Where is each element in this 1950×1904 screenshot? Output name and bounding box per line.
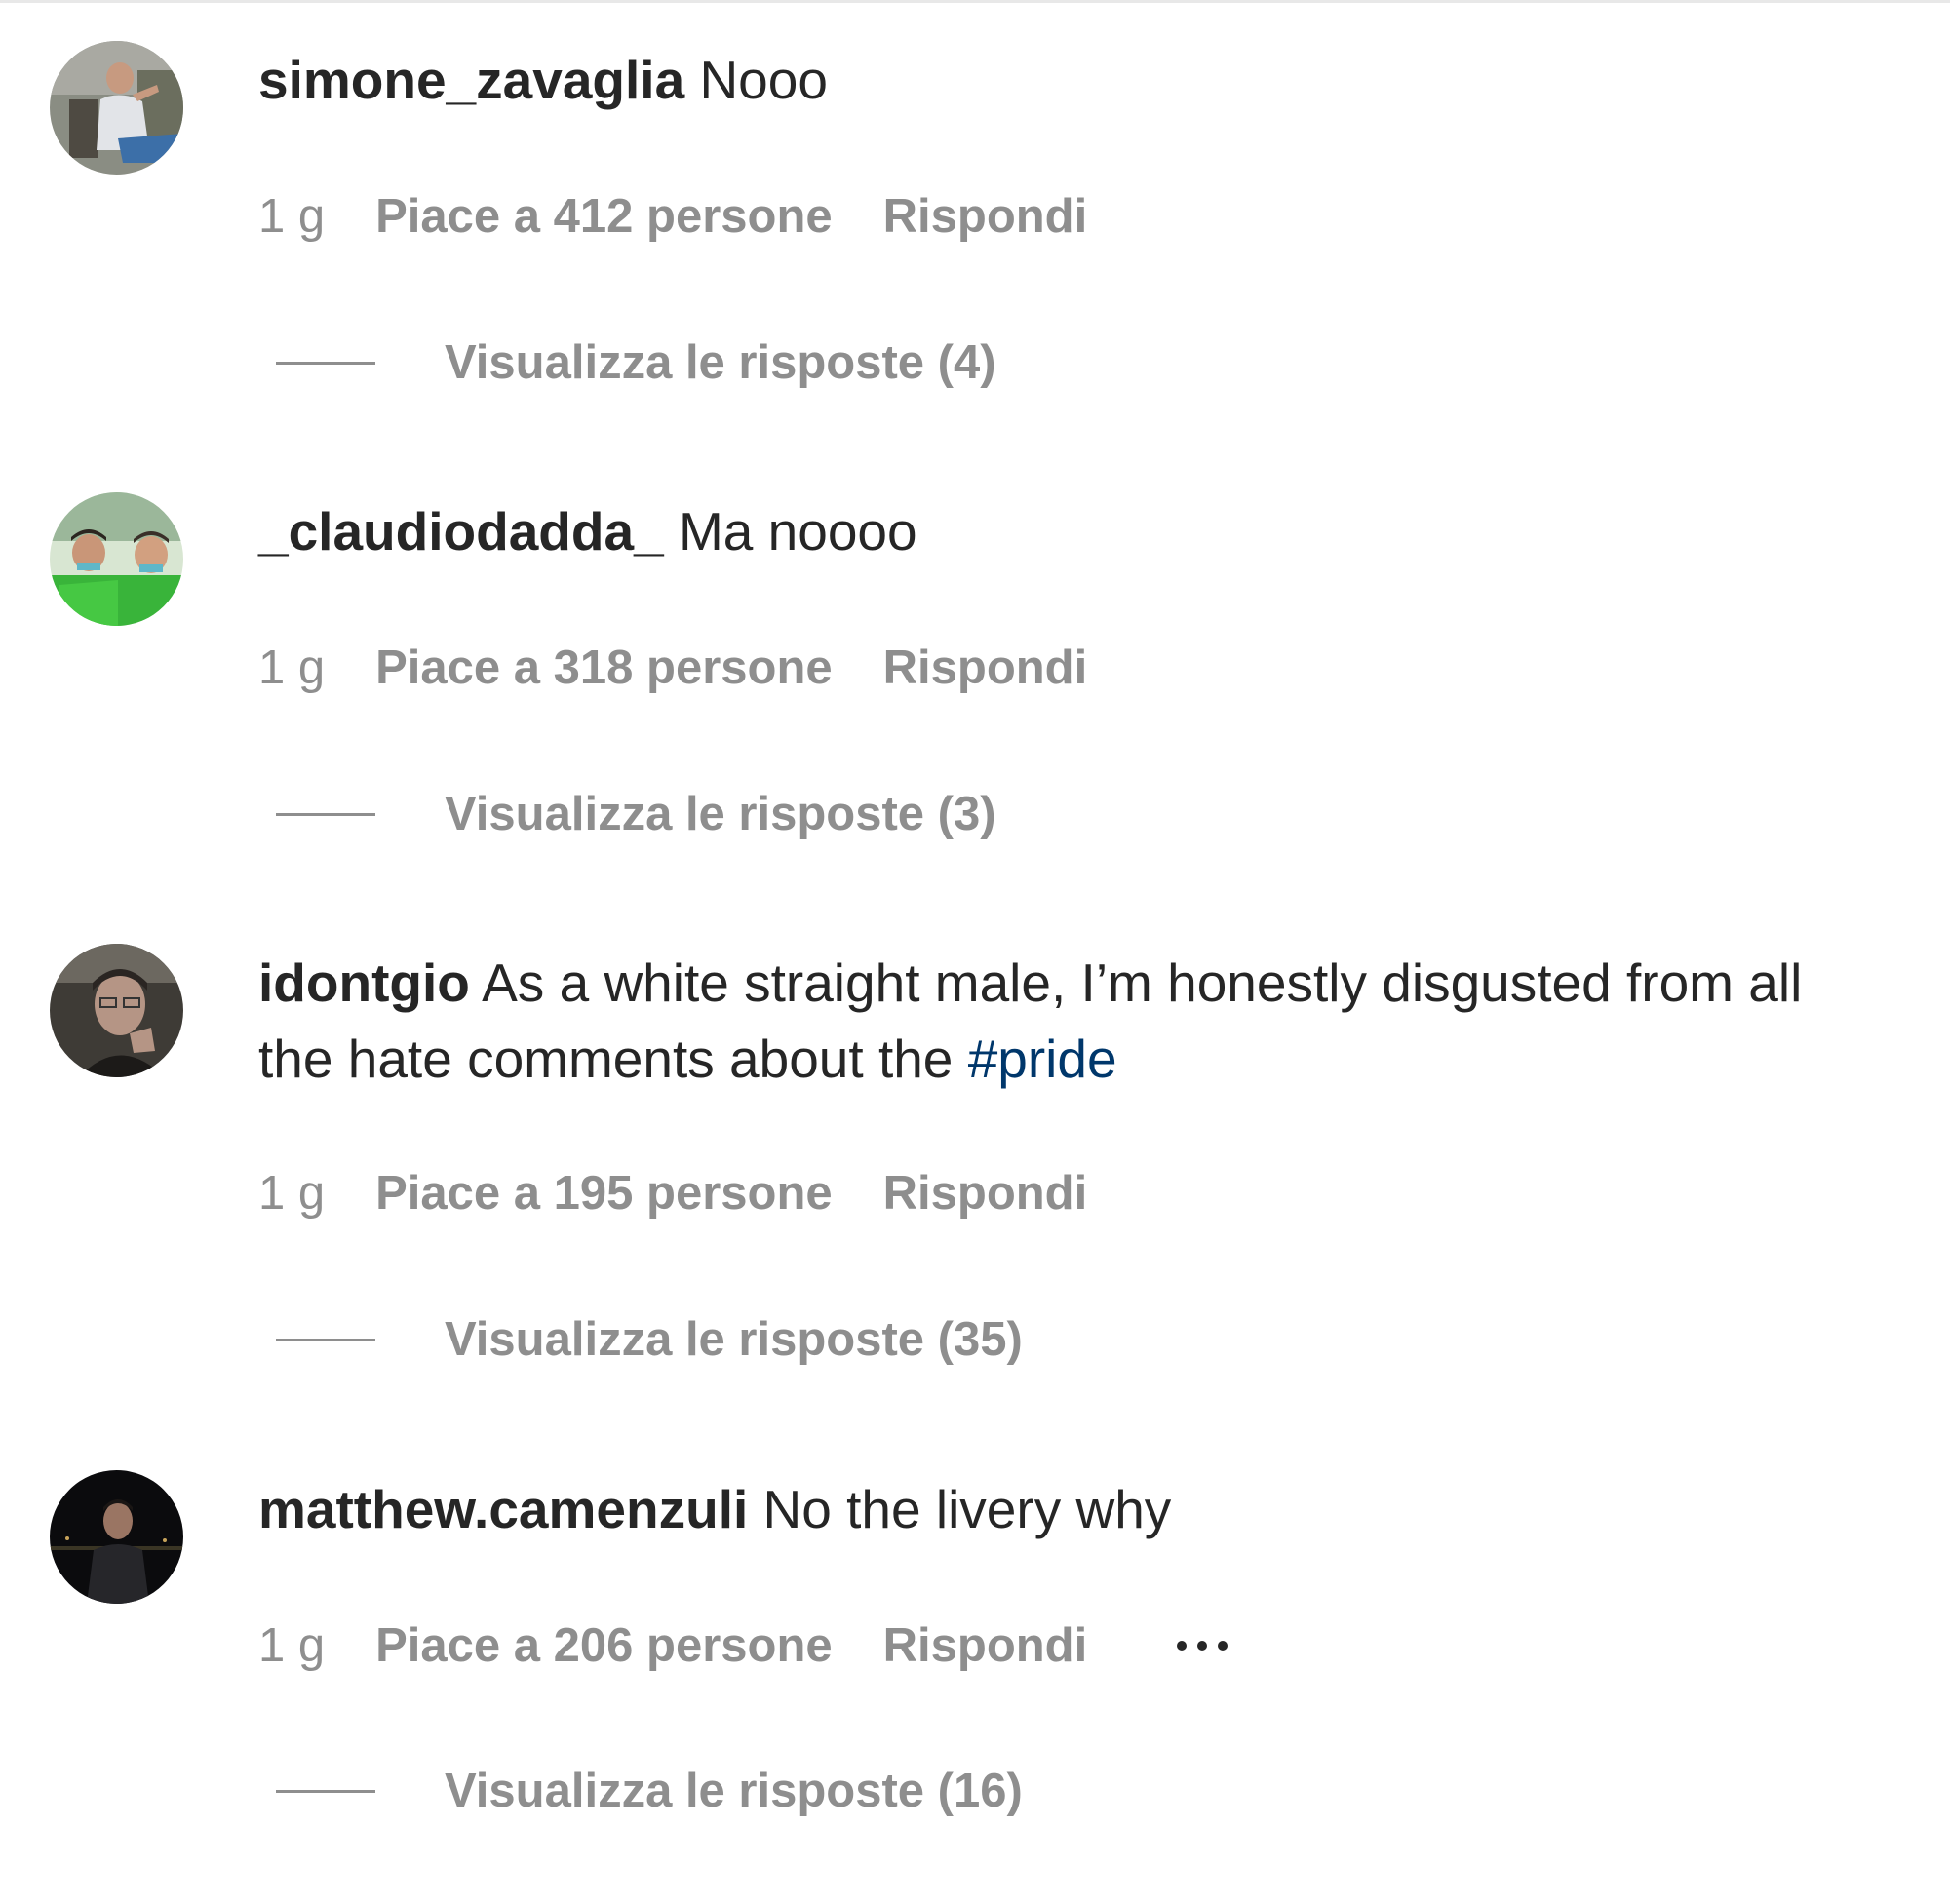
comment-time[interactable]: 1 g <box>258 1618 325 1673</box>
comment-meta: 1 g Piace a 318 persone Rispondi <box>258 639 1087 697</box>
view-replies-button[interactable]: Visualizza le risposte (35) <box>276 1310 1023 1369</box>
avatar-image <box>50 944 183 1077</box>
comment-time[interactable]: 1 g <box>258 1166 325 1221</box>
likes-count[interactable]: Piace a 195 persone <box>375 1166 833 1221</box>
view-replies-label: Visualizza le risposte (16) <box>445 1765 1023 1817</box>
comment-text: simone_zavaglia Nooo <box>258 42 1867 118</box>
reply-button[interactable]: Rispondi <box>883 1618 1088 1673</box>
comment-body: Ma noooo <box>678 501 917 562</box>
replies-divider <box>276 361 375 365</box>
view-replies-label: Visualizza le risposte (4) <box>445 336 996 389</box>
avatar-image <box>50 41 183 175</box>
more-options-icon[interactable] <box>1177 1626 1228 1665</box>
comment-time[interactable]: 1 g <box>258 641 325 695</box>
avatar-image <box>50 1470 183 1604</box>
view-replies-button[interactable]: Visualizza le risposte (3) <box>276 785 996 843</box>
view-replies-button[interactable]: Visualizza le risposte (16) <box>276 1762 1023 1820</box>
comment-text: matthew.camenzuli No the livery why <box>258 1471 1867 1547</box>
comment-text: idontgio As a white straight male, I’m h… <box>258 945 1867 1097</box>
replies-divider <box>276 1338 375 1341</box>
comment-time[interactable]: 1 g <box>258 189 325 244</box>
likes-count[interactable]: Piace a 206 persone <box>375 1618 833 1673</box>
view-replies-button[interactable]: Visualizza le risposte (4) <box>276 333 996 392</box>
view-replies-label: Visualizza le risposte (35) <box>445 1313 1023 1366</box>
avatar[interactable] <box>50 944 183 1077</box>
likes-count[interactable]: Piace a 412 persone <box>375 189 833 244</box>
more-dot <box>1177 1641 1188 1651</box>
comment-body: No the livery why <box>762 1479 1172 1539</box>
top-divider <box>0 0 1950 3</box>
comment-meta: 1 g Piace a 195 persone Rispondi <box>258 1164 1087 1223</box>
view-replies-label: Visualizza le risposte (3) <box>445 788 996 840</box>
comment-meta: 1 g Piace a 412 persone Rispondi <box>258 187 1087 246</box>
reply-button[interactable]: Rispondi <box>883 1166 1088 1221</box>
more-dot <box>1218 1641 1228 1651</box>
more-dot <box>1197 1641 1208 1651</box>
comment-username[interactable]: simone_zavaglia <box>258 50 684 110</box>
comment-username[interactable]: matthew.camenzuli <box>258 1479 748 1539</box>
comment-username[interactable]: _claudiodadda_ <box>258 501 664 562</box>
avatar[interactable] <box>50 492 183 626</box>
replies-divider <box>276 1789 375 1793</box>
comment-text: _claudiodadda_ Ma noooo <box>258 493 1867 569</box>
reply-button[interactable]: Rispondi <box>883 189 1088 244</box>
likes-count[interactable]: Piace a 318 persone <box>375 641 833 695</box>
comment-meta: 1 g Piace a 206 persone Rispondi <box>258 1616 1228 1675</box>
replies-divider <box>276 812 375 816</box>
comment-username[interactable]: idontgio <box>258 952 470 1013</box>
avatar[interactable] <box>50 1470 183 1604</box>
comment-body: Nooo <box>699 50 828 110</box>
avatar-image <box>50 492 183 626</box>
hashtag-link[interactable]: #pride <box>968 1029 1117 1089</box>
avatar[interactable] <box>50 41 183 175</box>
reply-button[interactable]: Rispondi <box>883 641 1088 695</box>
